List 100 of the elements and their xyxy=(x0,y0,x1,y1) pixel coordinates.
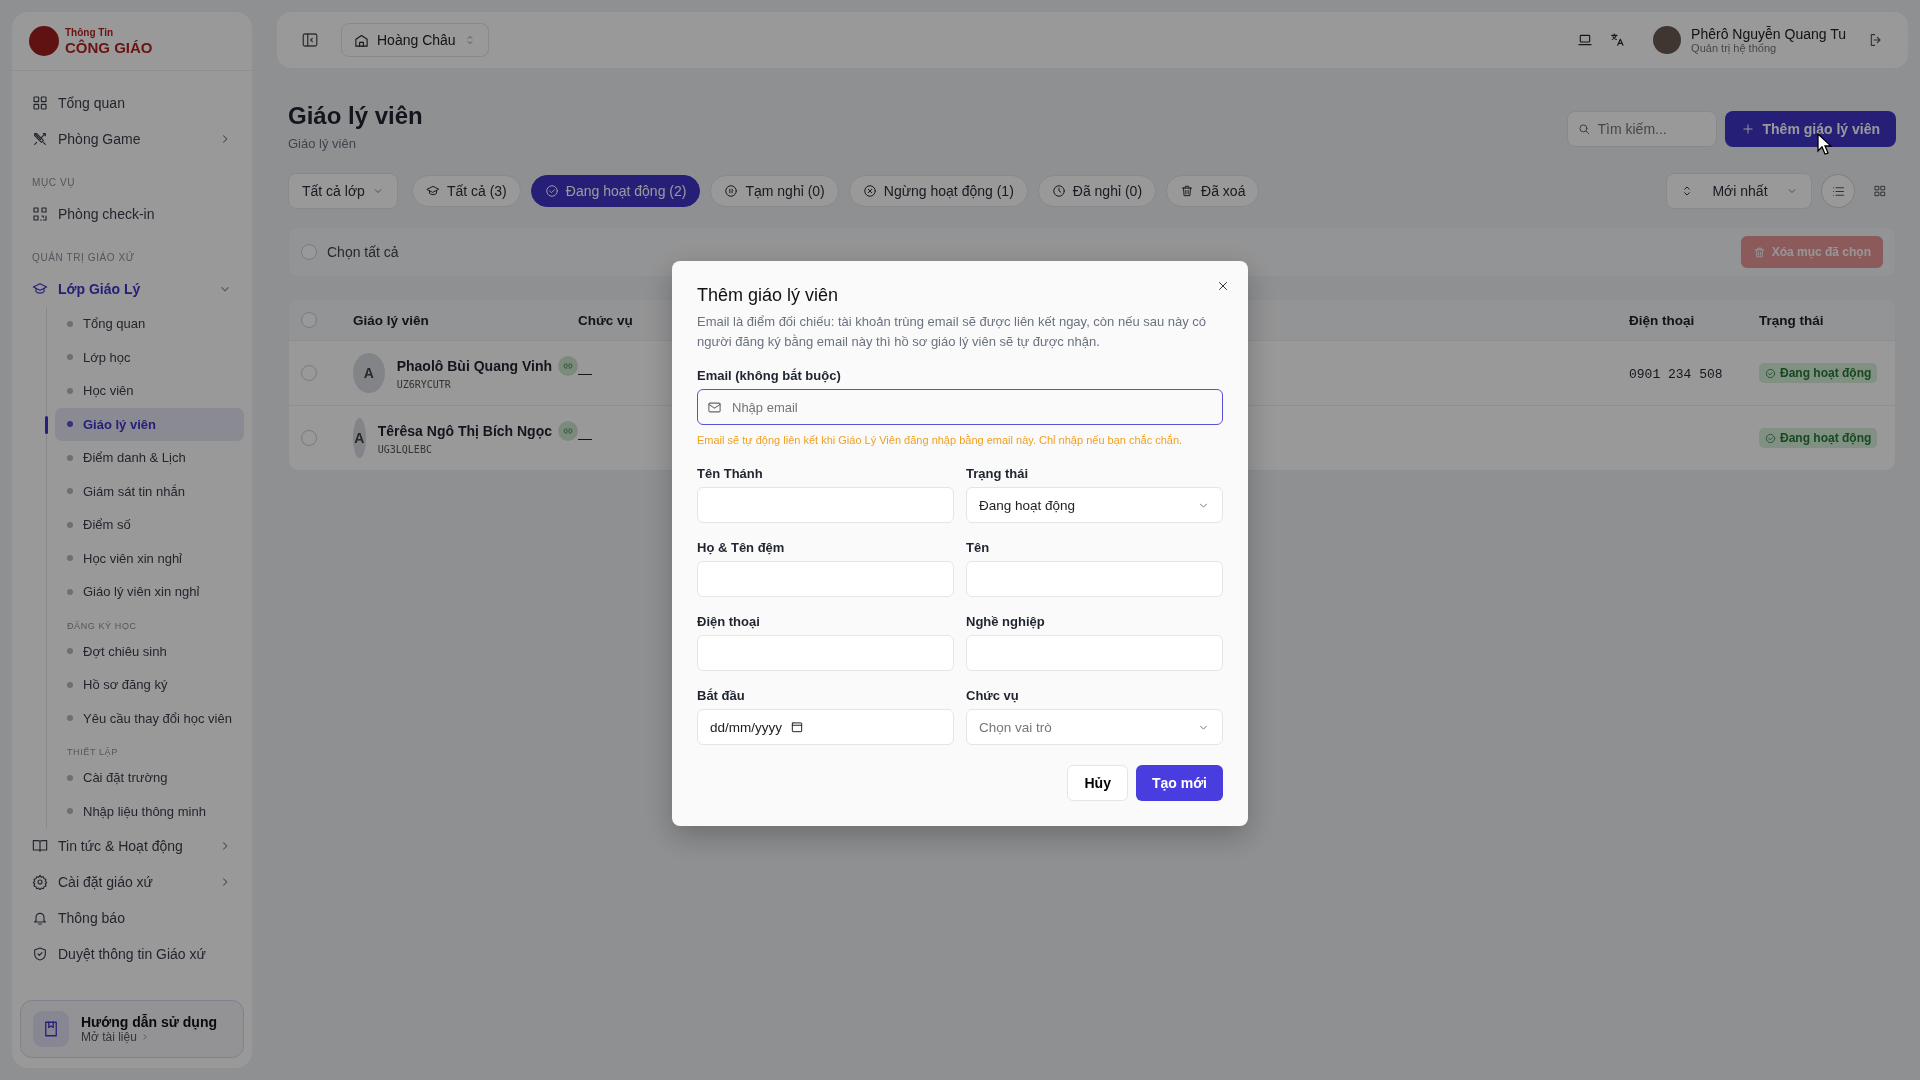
sidebar-subitem[interactable]: Hồ sơ đăng ký xyxy=(55,668,244,702)
text-field[interactable] xyxy=(697,487,954,523)
sidebar-item[interactable]: Phòng Game xyxy=(20,121,244,157)
sidebar-subitem[interactable]: Điểm danh & Lịch xyxy=(55,441,244,475)
filter-tab[interactable]: Đang hoạt động (2) xyxy=(530,175,701,207)
sidebar-item[interactable]: Tin tức & Hoạt động xyxy=(20,828,244,864)
row-checkbox[interactable] xyxy=(301,430,317,446)
header-checkbox[interactable] xyxy=(301,312,317,328)
sidebar-item[interactable]: Tổng quan xyxy=(20,85,244,121)
laptop-icon xyxy=(1577,32,1594,48)
book-icon xyxy=(32,838,48,854)
shield-check-icon xyxy=(32,946,48,962)
sidebar-subitem[interactable]: Đợt chiêu sinh xyxy=(55,634,244,668)
filter-tab[interactable]: Tất cả (3) xyxy=(411,175,521,207)
text-field[interactable] xyxy=(966,635,1223,671)
bullet-icon xyxy=(67,588,73,595)
page-title: Giáo lý viên xyxy=(288,102,424,130)
guide-card[interactable]: Hướng dẫn sử dụng Mở tài liệu xyxy=(20,1000,244,1058)
sidebar-item[interactable]: Thông báo xyxy=(20,900,244,936)
cancel-button[interactable]: Hủy xyxy=(1067,765,1128,801)
catechist-code: UG3LQLEBC xyxy=(377,444,433,455)
sidebar-subitem[interactable]: Lớp học xyxy=(55,340,244,374)
x-circle-icon xyxy=(862,184,877,198)
sidebar-item[interactable]: Phòng check-in xyxy=(20,196,244,232)
catechist-name: Têrêsa Ngô Thị Bích Ngọc xyxy=(377,423,552,439)
avatar-initial: A xyxy=(353,418,366,458)
search-field[interactable]: Tìm kiếm... xyxy=(1566,111,1717,147)
text-field[interactable] xyxy=(697,561,954,597)
sidebar-subitem[interactable]: Tổng quan xyxy=(55,307,244,341)
bullet-icon xyxy=(67,715,73,722)
column-header: Điện thoại xyxy=(1629,312,1695,328)
user-role: Quản trị hệ thống xyxy=(1691,42,1778,54)
phone-cell: 0901 234 508 xyxy=(1629,366,1723,382)
sidebar-subitem[interactable]: Yêu cầu thay đổi học viên xyxy=(55,701,244,735)
catechist-name: Phaolô Bùi Quang Vinh xyxy=(396,358,552,374)
add-catechist-button[interactable]: Thêm giáo lý viên xyxy=(1724,111,1896,147)
column-header: Giáo lý viên xyxy=(353,312,429,328)
bullet-icon xyxy=(67,774,73,781)
crossed-swords-icon xyxy=(32,131,48,147)
filter-tab[interactable]: Đã nghỉ (0) xyxy=(1037,175,1157,207)
check-circle-icon xyxy=(544,184,559,198)
sidebar-subitem[interactable]: Giáo lý viên xin nghỉ xyxy=(55,575,244,609)
sidebar-item[interactable]: Duyệt thông tin Giáo xứ xyxy=(20,936,244,972)
filter-tab[interactable]: Đã xoá xyxy=(1166,175,1260,207)
book-icon xyxy=(42,1020,60,1038)
sidebar-subitem[interactable]: Nhập liệu thông minh xyxy=(55,794,244,828)
status-badge: Đang hoạt động xyxy=(1759,363,1878,383)
user-name: Phêrô Nguyễn Quang Tu xyxy=(1691,26,1846,42)
dialog-description: Email là điểm đối chiếu: tài khoản trùng email sẽ được liên kết ngay, còn nếu sau này có người đăng ký bằng email này thì hồ sơ giáo lý viên sẽ tự được nhận. xyxy=(697,313,1208,351)
list-view-button[interactable] xyxy=(1822,175,1854,207)
sidebar-subitem[interactable]: Cài đặt trường xyxy=(55,761,244,795)
field-label: Trạng thái xyxy=(966,466,1030,481)
sidebar-subitem[interactable]: Điểm số xyxy=(55,508,244,542)
bullet-icon xyxy=(67,488,73,495)
field-label: Họ & Tên đệm xyxy=(697,540,786,555)
column-header: Chức vụ xyxy=(578,312,633,328)
date-field[interactable]: dd/mm/yyyy xyxy=(697,709,954,745)
open-docs-link[interactable]: Mở tài liệu xyxy=(81,1030,217,1044)
sidebar-item[interactable]: Cài đặt giáo xứ xyxy=(20,864,244,900)
email-hint: Email sẽ tự động liên kết khi Giáo Lý Viên đăng nhập bằng email này. Chỉ nhập nếu bạn chắc chắn. xyxy=(697,434,1184,446)
active-indicator xyxy=(45,415,48,434)
logo-text: CÔNG GIÁO xyxy=(65,39,153,55)
plus-icon xyxy=(1740,122,1755,136)
check-circle-icon xyxy=(1765,432,1776,444)
sort-select[interactable]: Mới nhất xyxy=(1666,173,1812,209)
bullet-icon xyxy=(67,354,73,361)
field-label: Tên xyxy=(966,540,991,555)
bullet-icon xyxy=(67,421,73,428)
select-field[interactable]: Đang hoạt động xyxy=(966,487,1223,523)
clock-icon xyxy=(1051,184,1066,198)
branch-select[interactable]: Hoàng Châu xyxy=(341,23,489,57)
bullet-icon xyxy=(67,681,73,688)
logo-icon xyxy=(29,26,59,56)
sidebar-subitem[interactable]: Giám sát tin nhắn xyxy=(55,474,244,508)
field-label: Tên Thánh xyxy=(697,466,764,481)
sidebar-subitem[interactable]: Học viên xyxy=(55,374,244,408)
class-select[interactable]: Tất cả lớp xyxy=(288,173,398,209)
table-cell: — xyxy=(578,430,592,446)
pause-circle-icon xyxy=(724,184,739,198)
search-icon xyxy=(1576,122,1591,136)
avatar-initial: A xyxy=(353,353,385,393)
filter-tab[interactable]: Tạm nghỉ (0) xyxy=(710,175,839,207)
sidebar-subitem[interactable]: Học viên xin nghỉ xyxy=(55,541,244,575)
bullet-icon xyxy=(67,521,73,528)
row-checkbox[interactable] xyxy=(301,365,317,381)
field-label: Bắt đầu xyxy=(697,688,746,703)
text-field[interactable] xyxy=(966,561,1223,597)
bullet-icon xyxy=(67,648,73,655)
create-button[interactable]: Tạo mới xyxy=(1135,765,1223,801)
sidebar-group-item[interactable]: Lớp Giáo Lý xyxy=(20,271,244,307)
filter-tab[interactable]: Ngừng hoạt động (1) xyxy=(848,175,1028,207)
status-badge: Đang hoạt động xyxy=(1759,428,1878,448)
text-field[interactable] xyxy=(697,635,954,671)
field-label: Điện thoại xyxy=(697,614,761,629)
select-all-label: Chọn tất cả xyxy=(327,244,400,260)
field-label: Chức vụ xyxy=(966,688,1020,703)
select-field[interactable]: Chọn vai trò xyxy=(966,709,1223,745)
email-field[interactable]: Nhập email xyxy=(697,389,1223,425)
bullet-icon xyxy=(67,454,73,461)
field-label: Nghề nghiệp xyxy=(966,614,1046,629)
